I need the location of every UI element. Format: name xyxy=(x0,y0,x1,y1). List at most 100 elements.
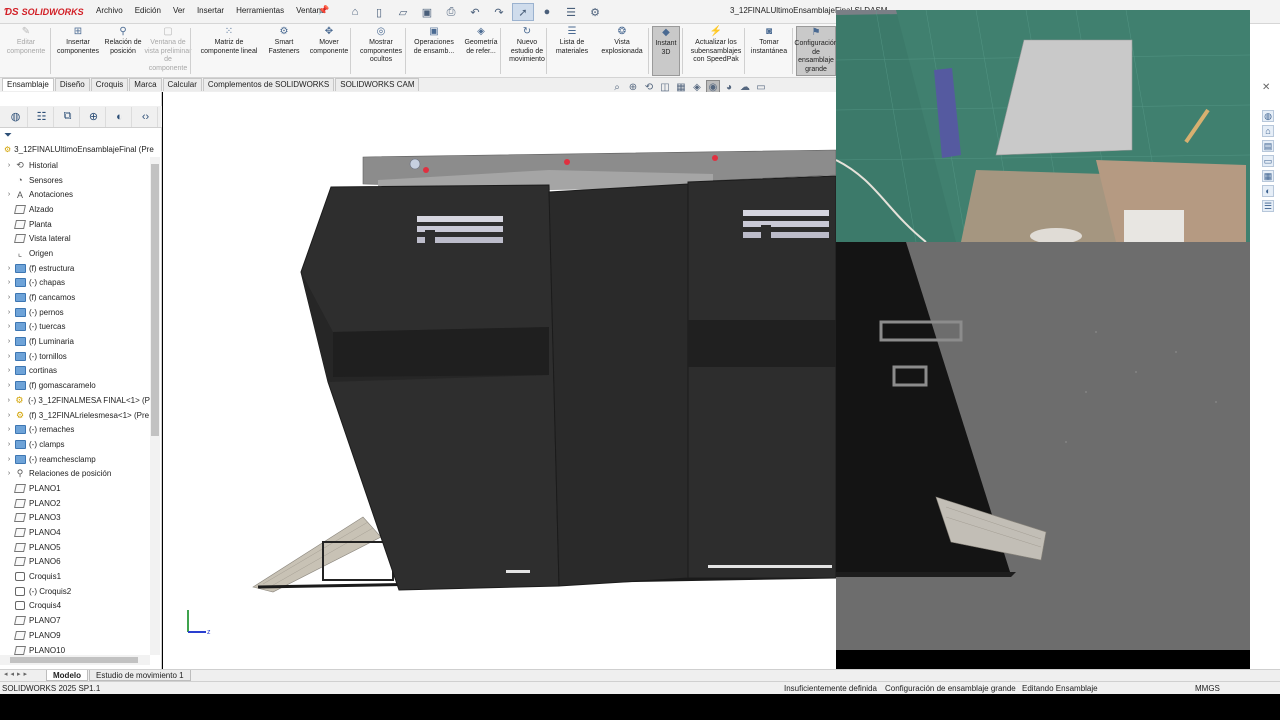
menu-item-archivo[interactable]: Archivo xyxy=(90,6,129,15)
select-icon[interactable]: ➚ xyxy=(512,3,534,21)
file-properties-icon[interactable]: ☰ xyxy=(560,3,582,21)
cmd-exploded-view-button[interactable]: ❂ Vista explosionada xyxy=(596,26,648,76)
expand-arrow-icon[interactable]: › xyxy=(4,470,14,477)
expand-arrow-icon[interactable]: › xyxy=(4,367,14,374)
tree-item[interactable]: ⌞ Origen xyxy=(0,246,150,261)
tree-item[interactable]: PLANO1 xyxy=(0,481,150,496)
expand-arrow-icon[interactable]: › xyxy=(4,397,14,404)
file-explorer-icon[interactable]: ▭ xyxy=(1262,155,1274,167)
expand-arrow-icon[interactable]: › xyxy=(4,441,14,448)
cmd-motion-study-button[interactable]: ↻ Nuevo estudio de movimiento xyxy=(506,26,548,76)
cmd-large-assembly-button[interactable]: ⚑ Configuración de ensamblaje grande xyxy=(794,26,838,76)
tree-item[interactable]: › (-) reamchesclamp xyxy=(0,452,150,467)
filter-icon[interactable]: ⏷ xyxy=(4,130,12,141)
open-icon[interactable]: ▱ xyxy=(392,3,414,21)
tab-ensamblaje[interactable]: Ensamblaje xyxy=(2,78,54,91)
cmd-reference-geometry-button[interactable]: ◈ Geometría de refer... xyxy=(460,26,502,76)
print-icon[interactable]: ⎙ xyxy=(440,3,462,21)
tab-motion-study[interactable]: Estudio de movimiento 1 xyxy=(89,670,191,681)
tree-item[interactable]: › (-) pernos xyxy=(0,305,150,320)
tab-complementos-de-solidworks[interactable]: Complementos de SOLIDWORKS xyxy=(202,78,335,91)
tree-item[interactable]: › (-) tornillos xyxy=(0,349,150,364)
menu-item-insertar[interactable]: Insertar xyxy=(191,6,230,15)
tree-item[interactable]: PLANO5 xyxy=(0,540,150,555)
tree-item[interactable]: Croquis1 xyxy=(0,569,150,584)
menu-item-edición[interactable]: Edición xyxy=(129,6,167,15)
cmd-linear-pattern-button[interactable]: ⁙ Matriz de componente lineal xyxy=(196,26,262,76)
tree-item[interactable]: Alzado xyxy=(0,202,150,217)
tree-root-assembly[interactable]: ⚙ 3_12FINALUltimoEnsamblajeFinal (Pre xyxy=(4,145,154,154)
cmd-show-hidden-button[interactable]: ◎ Mostrar componentes ocultos xyxy=(356,26,406,76)
status-units[interactable]: MMGS xyxy=(1195,684,1220,693)
custom-properties-icon[interactable]: ☰ xyxy=(1262,200,1274,212)
menu-item-herramientas[interactable]: Herramientas xyxy=(230,6,290,15)
tree-item[interactable]: PLANO2 xyxy=(0,496,150,511)
design-library-icon[interactable]: ▤ xyxy=(1262,140,1274,152)
cmd-edit-component-button[interactable]: ✎ Editar componente xyxy=(4,26,48,76)
expand-arrow-icon[interactable]: › xyxy=(4,309,14,316)
expand-arrow-icon[interactable]: › xyxy=(4,353,14,360)
tree-item[interactable]: PLANO9 xyxy=(0,628,150,643)
appearances-icon[interactable]: ◐ xyxy=(1262,185,1274,197)
tree-item[interactable]: › ⚲ Relaciones de posición xyxy=(0,466,150,481)
new-document-icon[interactable]: ▯ xyxy=(368,3,390,21)
cmd-assembly-features-button[interactable]: ▣ Operaciones de ensamb... xyxy=(410,26,458,76)
configuration-manager-tab-icon[interactable]: ⧉ xyxy=(56,106,80,127)
cmd-speedpak-button[interactable]: ⚡ Actualizar los subensamblajes con Speed… xyxy=(686,26,746,76)
tree-item[interactable]: › (f) Luminaria xyxy=(0,334,150,349)
undo-icon[interactable]: ↶ xyxy=(464,3,486,21)
tree-vertical-scroll-thumb[interactable] xyxy=(151,164,159,436)
cmd-smart-fasteners-button[interactable]: ⚙ Smart Fasteners xyxy=(268,26,300,76)
save-icon[interactable]: ▣ xyxy=(416,3,438,21)
tab-calcular[interactable]: Calcular xyxy=(162,78,202,91)
tab-croquis[interactable]: Croquis xyxy=(90,78,129,91)
expand-arrow-icon[interactable]: › xyxy=(4,162,14,169)
home-icon[interactable]: ⌂ xyxy=(1262,125,1274,137)
expand-arrow-icon[interactable]: › xyxy=(4,279,14,286)
tree-item[interactable]: PLANO7 xyxy=(0,613,150,628)
solidworks-resources-icon[interactable]: ◍ xyxy=(1262,110,1274,122)
menu-item-ver[interactable]: Ver xyxy=(167,6,191,15)
tree-item[interactable]: › (-) clamps xyxy=(0,437,150,452)
tree-item[interactable]: (-) Croquis2 xyxy=(0,584,150,599)
tab-solidworks-cam[interactable]: SOLIDWORKS CAM xyxy=(335,78,420,91)
tree-item[interactable]: Croquis4 xyxy=(0,599,150,614)
tree-horizontal-scroll-thumb[interactable] xyxy=(10,657,138,663)
cmd-mate-button[interactable]: ⚲ Relación de posición xyxy=(104,26,142,76)
tree-item[interactable]: › (f) cancamos xyxy=(0,290,150,305)
tree-item[interactable]: › ⚙ (f) 3_12FINALrielesmesa<1> (Pre xyxy=(0,408,150,423)
tree-item[interactable]: › (-) tuercas xyxy=(0,320,150,335)
home-icon[interactable]: ⌂ xyxy=(344,3,366,21)
tab-marca[interactable]: Marca xyxy=(129,78,162,91)
cmd-insert-components-button[interactable]: ⊞ Insertar componentes xyxy=(56,26,100,76)
expand-arrow-icon[interactable]: › xyxy=(4,323,14,330)
cmd-snapshot-button[interactable]: ◙ Tomar instantánea xyxy=(748,26,790,76)
tree-item[interactable]: › (f) gomascaramelo xyxy=(0,378,150,393)
dimxpert-tab-icon[interactable]: ⊕ xyxy=(82,106,106,127)
expand-arrow-icon[interactable]: › xyxy=(4,426,14,433)
tree-item[interactable]: › A Anotaciones xyxy=(0,187,150,202)
close-icon[interactable]: ✕ xyxy=(1262,82,1270,93)
tree-item[interactable]: › (f) estructura xyxy=(0,261,150,276)
tree-item[interactable]: PLANO4 xyxy=(0,525,150,540)
tree-item[interactable]: › (-) remaches xyxy=(0,422,150,437)
tree-item[interactable]: › ⟲ Historial xyxy=(0,158,150,173)
rebuild-icon[interactable]: ● xyxy=(536,3,558,21)
tree-item[interactable]: › cortinas xyxy=(0,364,150,379)
expand-arrow-icon[interactable]: › xyxy=(4,382,14,389)
expand-arrow-icon[interactable]: › xyxy=(4,265,14,272)
tree-item[interactable]: PLANO3 xyxy=(0,511,150,526)
cmd-bom-button[interactable]: ☰ Lista de materiales xyxy=(552,26,592,76)
view-palette-icon[interactable]: ▦ xyxy=(1262,170,1274,182)
assembly-3d-model[interactable] xyxy=(163,92,836,669)
tab-nav-arrows-icon[interactable]: ◂◂▸▸ xyxy=(4,670,30,678)
tree-item[interactable]: › ⚙ (-) 3_12FINALMESA FINAL<1> (P xyxy=(0,393,150,408)
pin-menu-icon[interactable]: 📌 xyxy=(318,5,329,16)
tree-item[interactable]: › (-) chapas xyxy=(0,276,150,291)
tab-model[interactable]: Modelo xyxy=(46,670,88,681)
tree-item[interactable]: ◔ Sensores xyxy=(0,173,150,188)
options-gear-icon[interactable]: ⚙ xyxy=(584,3,606,21)
tree-item[interactable]: Vista lateral xyxy=(0,231,150,246)
tabs-scroll-arrows-icon[interactable]: ‹› xyxy=(134,106,158,127)
expand-arrow-icon[interactable]: › xyxy=(4,412,14,419)
